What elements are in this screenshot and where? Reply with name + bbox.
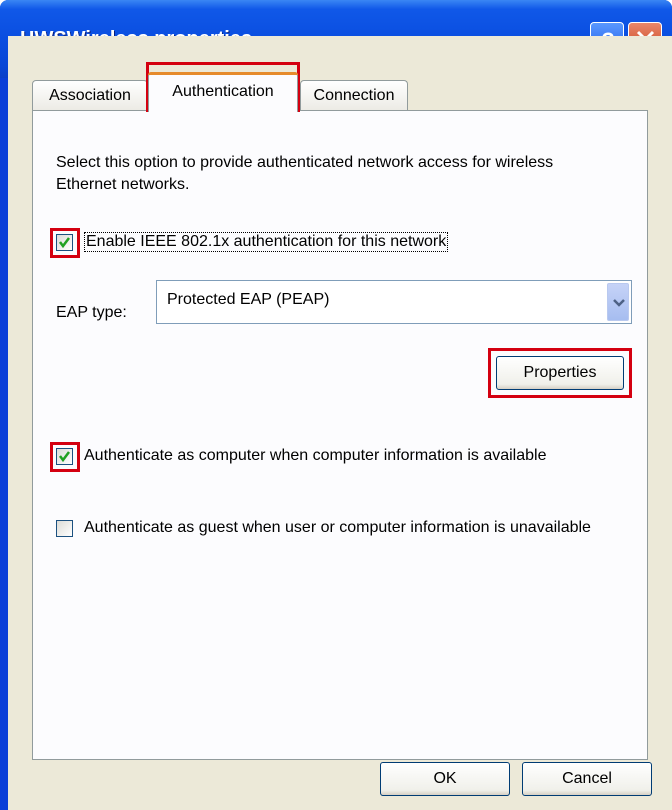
- auth-as-guest-label[interactable]: Authenticate as guest when user or compu…: [84, 518, 604, 538]
- enable-8021x-checkbox[interactable]: [56, 234, 73, 251]
- dialog-window: HWSWireless properties ? Association Aut…: [0, 0, 672, 810]
- tab-panel: [32, 110, 648, 760]
- ok-button[interactable]: OK: [380, 762, 510, 796]
- eap-type-label: EAP type:: [56, 304, 127, 321]
- eap-type-value: Protected EAP (PEAP): [167, 291, 330, 308]
- tab-connection[interactable]: Connection: [300, 80, 408, 110]
- enable-8021x-label[interactable]: Enable IEEE 802.1x authentication for th…: [84, 232, 449, 252]
- auth-as-computer-label[interactable]: Authenticate as computer when computer i…: [84, 447, 546, 465]
- tab-association[interactable]: Association: [32, 80, 148, 110]
- check-icon: [59, 237, 70, 249]
- chevron-down-icon: [613, 299, 625, 307]
- description-text: Select this option to provide authentica…: [56, 154, 554, 193]
- properties-button[interactable]: Properties: [496, 356, 624, 390]
- dropdown-button[interactable]: [607, 283, 629, 321]
- tab-authentication[interactable]: Authentication: [148, 72, 298, 112]
- cancel-button[interactable]: Cancel: [522, 762, 652, 796]
- check-icon: [59, 451, 70, 463]
- eap-type-select[interactable]: Protected EAP (PEAP): [156, 280, 632, 324]
- auth-as-guest-checkbox[interactable]: [56, 520, 73, 537]
- auth-as-computer-checkbox[interactable]: [56, 448, 73, 465]
